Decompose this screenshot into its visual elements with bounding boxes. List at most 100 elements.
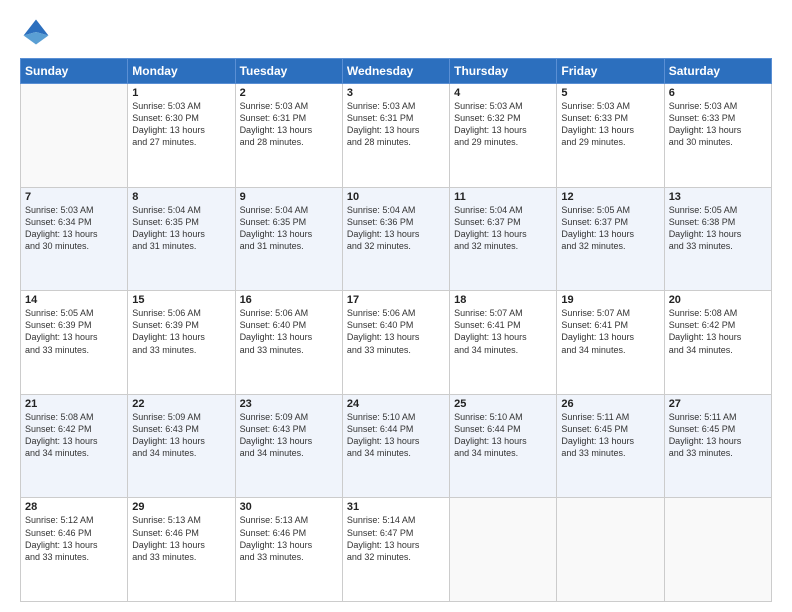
cell-content: Sunrise: 5:04 AMSunset: 6:36 PMDaylight:… [347,204,445,253]
calendar-cell: 29Sunrise: 5:13 AMSunset: 6:46 PMDayligh… [128,498,235,602]
week-row-1: 1Sunrise: 5:03 AMSunset: 6:30 PMDaylight… [21,84,772,188]
logo-icon [20,16,52,48]
day-number: 11 [454,191,552,203]
calendar-cell: 22Sunrise: 5:09 AMSunset: 6:43 PMDayligh… [128,394,235,498]
cell-content: Sunrise: 5:06 AMSunset: 6:39 PMDaylight:… [132,307,230,356]
calendar-cell: 7Sunrise: 5:03 AMSunset: 6:34 PMDaylight… [21,187,128,291]
cell-content: Sunrise: 5:03 AMSunset: 6:30 PMDaylight:… [132,100,230,149]
cell-content: Sunrise: 5:07 AMSunset: 6:41 PMDaylight:… [454,307,552,356]
weekday-header-sunday: Sunday [21,59,128,84]
cell-content: Sunrise: 5:03 AMSunset: 6:32 PMDaylight:… [454,100,552,149]
calendar-cell [21,84,128,188]
calendar-cell: 6Sunrise: 5:03 AMSunset: 6:33 PMDaylight… [664,84,771,188]
weekday-header-wednesday: Wednesday [342,59,449,84]
day-number: 14 [25,294,123,306]
cell-content: Sunrise: 5:04 AMSunset: 6:35 PMDaylight:… [240,204,338,253]
calendar-cell: 5Sunrise: 5:03 AMSunset: 6:33 PMDaylight… [557,84,664,188]
day-number: 30 [240,501,338,513]
calendar-cell: 2Sunrise: 5:03 AMSunset: 6:31 PMDaylight… [235,84,342,188]
cell-content: Sunrise: 5:04 AMSunset: 6:35 PMDaylight:… [132,204,230,253]
day-number: 13 [669,191,767,203]
calendar-cell: 14Sunrise: 5:05 AMSunset: 6:39 PMDayligh… [21,291,128,395]
cell-content: Sunrise: 5:05 AMSunset: 6:39 PMDaylight:… [25,307,123,356]
calendar-cell: 15Sunrise: 5:06 AMSunset: 6:39 PMDayligh… [128,291,235,395]
calendar-cell [664,498,771,602]
weekday-header-tuesday: Tuesday [235,59,342,84]
calendar-cell: 13Sunrise: 5:05 AMSunset: 6:38 PMDayligh… [664,187,771,291]
day-number: 18 [454,294,552,306]
calendar-table: SundayMondayTuesdayWednesdayThursdayFrid… [20,58,772,602]
weekday-header-monday: Monday [128,59,235,84]
day-number: 29 [132,501,230,513]
calendar-cell: 27Sunrise: 5:11 AMSunset: 6:45 PMDayligh… [664,394,771,498]
day-number: 31 [347,501,445,513]
day-number: 17 [347,294,445,306]
week-row-3: 14Sunrise: 5:05 AMSunset: 6:39 PMDayligh… [21,291,772,395]
cell-content: Sunrise: 5:03 AMSunset: 6:31 PMDaylight:… [240,100,338,149]
week-row-5: 28Sunrise: 5:12 AMSunset: 6:46 PMDayligh… [21,498,772,602]
cell-content: Sunrise: 5:11 AMSunset: 6:45 PMDaylight:… [669,411,767,460]
calendar-cell: 30Sunrise: 5:13 AMSunset: 6:46 PMDayligh… [235,498,342,602]
weekday-header-saturday: Saturday [664,59,771,84]
day-number: 12 [561,191,659,203]
cell-content: Sunrise: 5:05 AMSunset: 6:38 PMDaylight:… [669,204,767,253]
calendar-cell: 26Sunrise: 5:11 AMSunset: 6:45 PMDayligh… [557,394,664,498]
week-row-2: 7Sunrise: 5:03 AMSunset: 6:34 PMDaylight… [21,187,772,291]
calendar-cell: 9Sunrise: 5:04 AMSunset: 6:35 PMDaylight… [235,187,342,291]
cell-content: Sunrise: 5:10 AMSunset: 6:44 PMDaylight:… [347,411,445,460]
cell-content: Sunrise: 5:08 AMSunset: 6:42 PMDaylight:… [669,307,767,356]
calendar-cell: 10Sunrise: 5:04 AMSunset: 6:36 PMDayligh… [342,187,449,291]
day-number: 19 [561,294,659,306]
day-number: 16 [240,294,338,306]
calendar-cell: 16Sunrise: 5:06 AMSunset: 6:40 PMDayligh… [235,291,342,395]
cell-content: Sunrise: 5:05 AMSunset: 6:37 PMDaylight:… [561,204,659,253]
cell-content: Sunrise: 5:08 AMSunset: 6:42 PMDaylight:… [25,411,123,460]
day-number: 27 [669,398,767,410]
cell-content: Sunrise: 5:03 AMSunset: 6:33 PMDaylight:… [669,100,767,149]
day-number: 25 [454,398,552,410]
header [20,16,772,48]
week-row-4: 21Sunrise: 5:08 AMSunset: 6:42 PMDayligh… [21,394,772,498]
day-number: 6 [669,87,767,99]
day-number: 9 [240,191,338,203]
day-number: 21 [25,398,123,410]
calendar-cell: 3Sunrise: 5:03 AMSunset: 6:31 PMDaylight… [342,84,449,188]
calendar-cell: 25Sunrise: 5:10 AMSunset: 6:44 PMDayligh… [450,394,557,498]
cell-content: Sunrise: 5:14 AMSunset: 6:47 PMDaylight:… [347,514,445,563]
calendar-cell: 21Sunrise: 5:08 AMSunset: 6:42 PMDayligh… [21,394,128,498]
cell-content: Sunrise: 5:03 AMSunset: 6:33 PMDaylight:… [561,100,659,149]
day-number: 3 [347,87,445,99]
weekday-header-row: SundayMondayTuesdayWednesdayThursdayFrid… [21,59,772,84]
page: SundayMondayTuesdayWednesdayThursdayFrid… [0,0,792,612]
calendar-cell: 17Sunrise: 5:06 AMSunset: 6:40 PMDayligh… [342,291,449,395]
calendar-cell: 31Sunrise: 5:14 AMSunset: 6:47 PMDayligh… [342,498,449,602]
cell-content: Sunrise: 5:07 AMSunset: 6:41 PMDaylight:… [561,307,659,356]
calendar-cell: 23Sunrise: 5:09 AMSunset: 6:43 PMDayligh… [235,394,342,498]
calendar-cell [450,498,557,602]
cell-content: Sunrise: 5:09 AMSunset: 6:43 PMDaylight:… [132,411,230,460]
calendar-cell: 28Sunrise: 5:12 AMSunset: 6:46 PMDayligh… [21,498,128,602]
weekday-header-friday: Friday [557,59,664,84]
day-number: 20 [669,294,767,306]
day-number: 26 [561,398,659,410]
day-number: 2 [240,87,338,99]
day-number: 7 [25,191,123,203]
day-number: 15 [132,294,230,306]
day-number: 8 [132,191,230,203]
calendar-cell: 11Sunrise: 5:04 AMSunset: 6:37 PMDayligh… [450,187,557,291]
calendar-cell: 24Sunrise: 5:10 AMSunset: 6:44 PMDayligh… [342,394,449,498]
calendar-cell: 20Sunrise: 5:08 AMSunset: 6:42 PMDayligh… [664,291,771,395]
day-number: 1 [132,87,230,99]
cell-content: Sunrise: 5:13 AMSunset: 6:46 PMDaylight:… [132,514,230,563]
cell-content: Sunrise: 5:12 AMSunset: 6:46 PMDaylight:… [25,514,123,563]
calendar-cell: 19Sunrise: 5:07 AMSunset: 6:41 PMDayligh… [557,291,664,395]
calendar-cell: 4Sunrise: 5:03 AMSunset: 6:32 PMDaylight… [450,84,557,188]
cell-content: Sunrise: 5:06 AMSunset: 6:40 PMDaylight:… [240,307,338,356]
day-number: 5 [561,87,659,99]
cell-content: Sunrise: 5:10 AMSunset: 6:44 PMDaylight:… [454,411,552,460]
cell-content: Sunrise: 5:04 AMSunset: 6:37 PMDaylight:… [454,204,552,253]
calendar-cell: 8Sunrise: 5:04 AMSunset: 6:35 PMDaylight… [128,187,235,291]
day-number: 4 [454,87,552,99]
day-number: 28 [25,501,123,513]
logo [20,16,58,48]
